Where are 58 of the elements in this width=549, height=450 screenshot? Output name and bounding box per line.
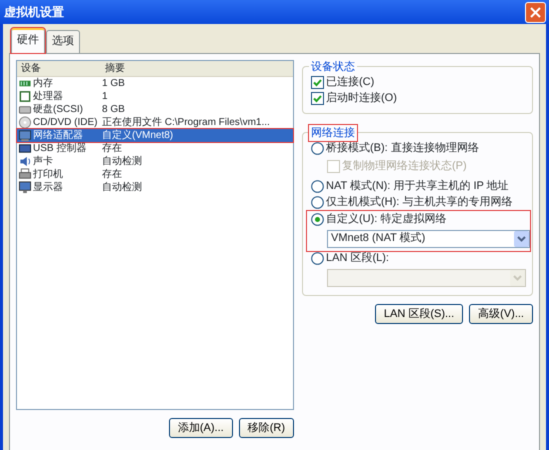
speaker-icon (18, 154, 32, 168)
monitor-icon (18, 180, 32, 194)
device-summary: 正在使用文件 C:\Program Files\vm1... (101, 116, 271, 128)
device-summary: 存在 (101, 168, 123, 180)
close-icon (530, 6, 541, 18)
radio-button[interactable] (311, 252, 324, 265)
radio-label: 桥接模式(B): 直接连接物理网络 (326, 140, 479, 156)
device-name: CD/DVD (IDE) (33, 116, 98, 128)
tab[interactable]: 选项 (46, 30, 80, 52)
device-name: 内存 (33, 76, 53, 90)
device-row[interactable]: CD/DVD (IDE) 正在使用文件 C:\Program Files\vm1... (17, 116, 293, 128)
radio-label: LAN 区段(L): (326, 251, 389, 266)
list-button[interactable]: 添加(A)... (168, 418, 233, 438)
radio-label: 自定义(U): 特定虚拟网络 (326, 212, 446, 228)
list-button[interactable]: 移除(R) (238, 418, 294, 438)
device-name: 处理器 (33, 90, 63, 102)
device-row[interactable]: USB 控制器 存在 (17, 142, 293, 154)
device-summary: 存在 (101, 142, 123, 154)
radio-button[interactable] (311, 180, 324, 193)
checkbox[interactable] (311, 92, 324, 105)
dialog-button[interactable]: LAN 区段(S)... (374, 304, 464, 324)
device-row[interactable]: 内存 1 GB (17, 76, 293, 90)
checkbox-label: 复制物理网络连接状态(P) (342, 158, 467, 174)
radio-label: 仅主机模式(H): 与主机共享的专用网络 (326, 194, 512, 210)
tab[interactable]: 硬件 (11, 28, 45, 52)
device-name: 网络适配器 (33, 128, 83, 142)
device-summary: 自动检测 (101, 180, 143, 194)
usb-icon (18, 142, 32, 154)
checkbox-label: 已连接(C) (326, 74, 374, 90)
device-row[interactable]: 显示器 自动检测 (17, 180, 293, 194)
device-name: 声卡 (33, 154, 53, 168)
column-header[interactable]: 设备 (17, 60, 101, 76)
checkbox-label: 启动时连接(O) (326, 90, 397, 106)
device-name: 打印机 (33, 168, 63, 180)
device-summary: 8 GB (101, 102, 126, 116)
radio-label: NAT 模式(N): 用于共享主机的 IP 地址 (326, 178, 509, 194)
radio-button[interactable] (311, 142, 324, 155)
device-summary: 1 (101, 90, 109, 102)
column-header[interactable]: 摘要 (101, 60, 293, 76)
device-row[interactable]: 打印机 存在 (17, 168, 293, 180)
close-button[interactable] (525, 2, 546, 22)
network-icon (18, 128, 32, 142)
device-row[interactable]: 硬盘(SCSI) 8 GB (17, 102, 293, 116)
device-name: 硬盘(SCSI) (33, 102, 83, 116)
dropdown[interactable]: VMnet8 (NAT 模式) (327, 230, 530, 248)
device-name: USB 控制器 (33, 142, 86, 154)
device-summary: 自动检测 (101, 154, 143, 168)
checkbox[interactable] (311, 76, 324, 89)
window-title: 虚拟机设置 (4, 4, 64, 21)
device-name: 显示器 (33, 180, 63, 194)
radio-button[interactable] (311, 213, 324, 226)
device-row[interactable]: 处理器 1 (17, 90, 293, 102)
dialog-button[interactable]: 高级(V)... (469, 304, 533, 324)
device-row[interactable]: 网络适配器 自定义(VMnet8) (17, 128, 293, 142)
device-row[interactable]: 声卡 自动检测 (17, 154, 293, 168)
device-summary: 1 GB (101, 76, 126, 90)
radio-button[interactable] (311, 196, 324, 209)
device-summary: 自定义(VMnet8) (101, 128, 174, 142)
